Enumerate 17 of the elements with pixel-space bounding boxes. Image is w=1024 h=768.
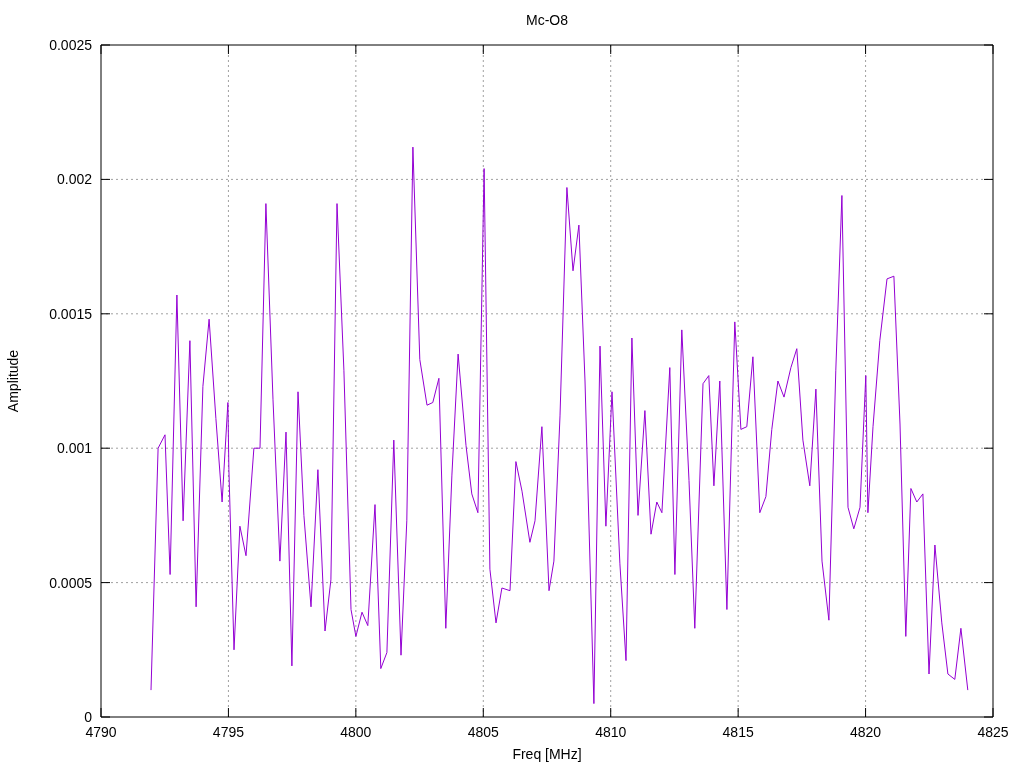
x-tick-label: 4795 [212, 724, 244, 740]
x-tick-label: 4810 [595, 724, 627, 740]
y-tick-label: 0.002 [56, 171, 92, 188]
y-tick-label: 0.0015 [49, 305, 92, 322]
x-tick-label: 4820 [850, 724, 882, 740]
chart-title: Mc-O8 [526, 12, 568, 28]
y-tick-label: 0.0025 [49, 37, 92, 53]
y-tick-label: 0.001 [56, 440, 92, 457]
x-tick-label: 4790 [85, 724, 117, 740]
y-axis-label: Amplitude [5, 349, 21, 413]
x-tick-label: 4805 [467, 724, 499, 740]
x-tick-label: 4800 [340, 724, 372, 740]
y-tick-label: 0 [84, 709, 92, 725]
x-axis-label: Freq [MHz] [512, 746, 582, 762]
x-tick-label: 4815 [722, 724, 754, 740]
y-tick-label: 0.0005 [49, 574, 92, 591]
x-tick-label: 4825 [977, 724, 1009, 740]
